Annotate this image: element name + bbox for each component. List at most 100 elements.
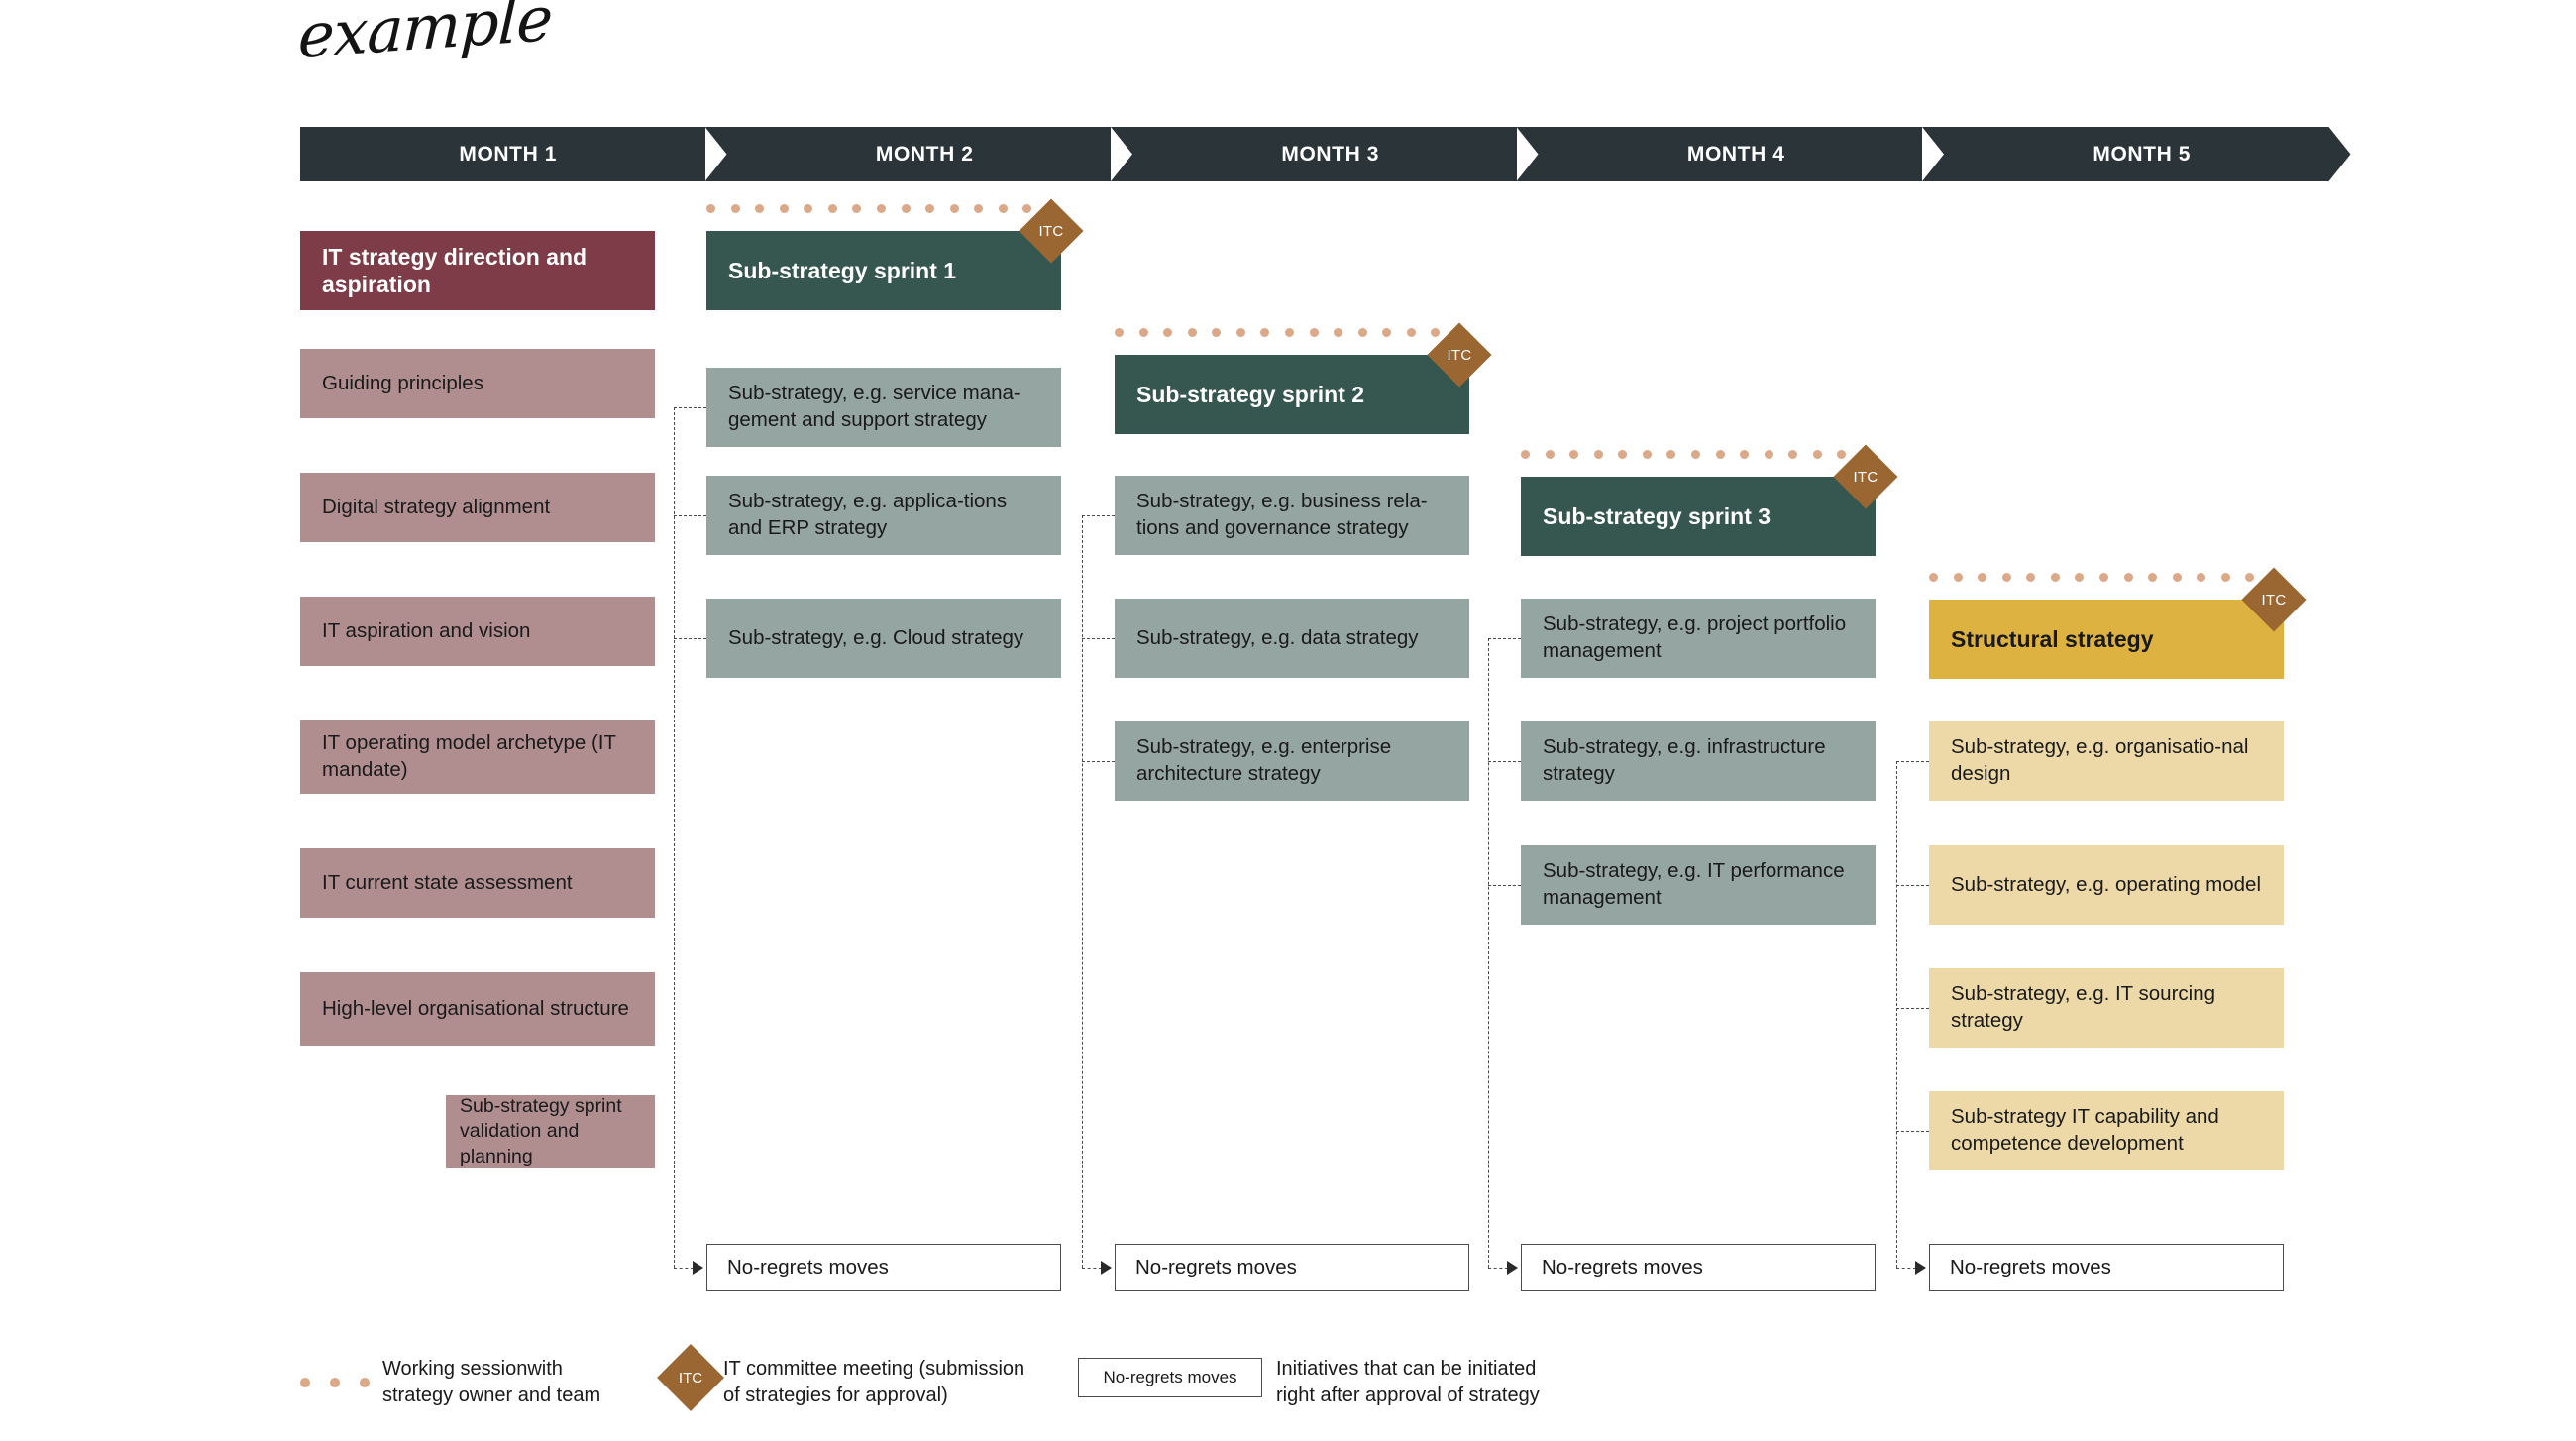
working-session-dot	[1187, 328, 1197, 337]
strategy-item-box[interactable]: Sub-strategy, e.g. Cloud strategy	[706, 599, 1061, 678]
working-session-dot	[1740, 450, 1750, 459]
no-regrets-moves-box[interactable]: No-regrets moves	[1521, 1244, 1876, 1291]
timeline-month-chip: MONTH 3	[1112, 127, 1540, 181]
connector-arrow-head	[693, 1261, 703, 1275]
no-regrets-moves-box[interactable]: No-regrets moves	[1115, 1244, 1469, 1291]
strategy-item-box[interactable]: Sub-strategy, e.g. IT sourcing strategy	[1929, 968, 2284, 1048]
strategy-item-label: Sub-strategy, e.g. Cloud strategy	[728, 625, 1024, 649]
working-session-dot	[949, 204, 959, 213]
column-header-label: Sub-strategy sprint 2	[1136, 381, 1365, 407]
no-regrets-moves-label: No-regrets moves	[1135, 1256, 1297, 1278]
working-session-dot	[755, 204, 765, 213]
working-session-dot	[827, 204, 837, 213]
strategy-item-box[interactable]: Sub-strategy, e.g. operating model	[1929, 845, 2284, 925]
strategy-item-box[interactable]: Sub-strategy IT capability and competenc…	[1929, 1091, 2284, 1170]
strategy-item-box[interactable]: Sub-strategy, e.g. infrastructure strate…	[1521, 721, 1876, 801]
connector-spine	[1896, 761, 1897, 1268]
working-session-dot	[1642, 450, 1652, 459]
connector-branch	[674, 407, 706, 408]
connector-branch	[1488, 761, 1521, 762]
timeline-month-label: MONTH 3	[1281, 142, 1380, 166]
connector-to-no-regrets	[1488, 1268, 1508, 1269]
connector-branch	[1082, 761, 1115, 762]
working-session-dot	[2026, 573, 2036, 582]
strategy-item-label: High-level organisational structure	[322, 996, 629, 1020]
working-session-dot	[925, 204, 935, 213]
working-session-dot	[1788, 450, 1798, 459]
connector-branch	[1082, 515, 1115, 516]
strategy-item-label: Sub-strategy, e.g. organisatio-nal desig…	[1951, 735, 2249, 785]
strategy-item-label: Sub-strategy, e.g. applica-tions and ERP…	[728, 490, 1008, 539]
strategy-item-box[interactable]: IT operating model archetype (IT mandate…	[300, 720, 655, 794]
connector-arrow-head	[1101, 1261, 1112, 1275]
column-header-month1[interactable]: IT strategy direction and aspiration	[300, 231, 655, 310]
connector-branch	[1488, 885, 1521, 886]
connector-arrow-head	[1507, 1261, 1518, 1275]
working-session-dot	[804, 204, 813, 213]
strategy-item-label: Sub-strategy, e.g. service mana-gement a…	[728, 382, 1020, 431]
itc-meeting-diamond-icon[interactable]: ITC	[1833, 444, 1898, 509]
working-session-dot	[1163, 328, 1173, 337]
itc-meeting-diamond-icon[interactable]: ITC	[2241, 567, 2307, 632]
strategy-item-box[interactable]: Sub-strategy, e.g. service mana-gement a…	[706, 368, 1061, 447]
working-session-dot	[1309, 328, 1319, 337]
strategy-item-box[interactable]: Sub-strategy, e.g. business rela-tions a…	[1115, 476, 1469, 555]
working-session-dot	[1666, 450, 1676, 459]
working-session-dot	[974, 204, 984, 213]
column-header-month4[interactable]: Sub-strategy sprint 3	[1521, 477, 1876, 556]
timeline-month-label: MONTH 2	[875, 142, 974, 166]
strategy-item-box[interactable]: Sub-strategy, e.g. data strategy	[1115, 599, 1469, 678]
itc-meeting-diamond-icon[interactable]: ITC	[1427, 322, 1492, 388]
itc-meeting-diamond-icon[interactable]: ITC	[1019, 198, 1084, 264]
itc-diamond-label: ITC	[2261, 591, 2287, 609]
working-session-dot	[998, 204, 1008, 213]
working-session-dot	[1357, 328, 1367, 337]
strategy-item-box[interactable]: Guiding principles	[300, 349, 655, 418]
strategy-item-box[interactable]: Sub-strategy, e.g. organisatio-nal desig…	[1929, 721, 2284, 801]
strategy-item-box[interactable]: Sub-strategy, e.g. enterprise architectu…	[1115, 721, 1469, 801]
strategy-item-label: Sub-strategy, e.g. business rela-tions a…	[1136, 490, 1428, 539]
sprint-validation-label: Sub-strategy sprint validation and plann…	[460, 1094, 622, 1167]
no-regrets-moves-label: No-regrets moves	[1542, 1256, 1703, 1278]
strategy-item-box[interactable]: Sub-strategy, e.g. applica-tions and ERP…	[706, 476, 1061, 555]
column-header-month2[interactable]: Sub-strategy sprint 1	[706, 231, 1061, 310]
strategy-item-box[interactable]: IT current state assessment	[300, 848, 655, 918]
connector-spine	[1082, 515, 1083, 1268]
column-header-month3[interactable]: Sub-strategy sprint 2	[1115, 355, 1469, 434]
connector-to-no-regrets	[674, 1268, 694, 1269]
strategy-item-label: IT aspiration and vision	[322, 618, 531, 642]
strategy-item-label: Sub-strategy, e.g. IT performance manage…	[1543, 859, 1845, 909]
timeline-month-label: MONTH 4	[1686, 142, 1785, 166]
roadmap-canvas: example MONTH 1 MONTH 2 MONTH 3 MONTH 4 MONT…	[0, 0, 2576, 1441]
sprint-validation-box[interactable]: Sub-strategy sprint validation and plann…	[446, 1095, 655, 1168]
strategy-item-box[interactable]: IT aspiration and vision	[300, 597, 655, 666]
strategy-item-label: IT operating model archetype (IT mandate…	[322, 731, 616, 781]
strategy-item-box[interactable]: Digital strategy alignment	[300, 473, 655, 542]
working-session-dot	[1406, 328, 1416, 337]
working-session-dot	[1334, 328, 1343, 337]
working-session-dot	[2197, 573, 2206, 582]
timeline-header: MONTH 1 MONTH 2 MONTH 3 MONTH 4 MONTH 5	[300, 127, 2292, 181]
working-session-dot	[1618, 450, 1628, 459]
timeline-month-label: MONTH 1	[459, 142, 558, 166]
working-session-dot	[877, 204, 886, 213]
working-session-dot	[852, 204, 862, 213]
column-header-month5[interactable]: Structural strategy	[1929, 600, 2284, 679]
strategy-item-box[interactable]: Sub-strategy, e.g. project portfolio man…	[1521, 599, 1876, 678]
column-header-label: Sub-strategy sprint 3	[1543, 502, 1771, 529]
working-session-dotted-line	[706, 204, 1061, 213]
connector-branch	[674, 638, 706, 639]
strategy-item-box[interactable]: High-level organisational structure	[300, 972, 655, 1046]
column-header-label: Structural strategy	[1951, 625, 2154, 652]
working-session-dot	[1812, 450, 1822, 459]
working-session-dot	[1285, 328, 1294, 337]
working-session-dot	[2099, 573, 2108, 582]
strategy-item-label: Guiding principles	[322, 371, 483, 394]
page-title: example	[296, 0, 554, 73]
no-regrets-moves-box[interactable]: No-regrets moves	[706, 1244, 1061, 1291]
no-regrets-moves-box[interactable]: No-regrets moves	[1929, 1244, 2284, 1291]
strategy-item-box[interactable]: Sub-strategy, e.g. IT performance manage…	[1521, 845, 1876, 925]
strategy-item-label: Sub-strategy, e.g. project portfolio man…	[1543, 612, 1847, 662]
connector-branch	[1488, 638, 1521, 639]
itc-diamond-label: ITC	[1038, 222, 1064, 240]
